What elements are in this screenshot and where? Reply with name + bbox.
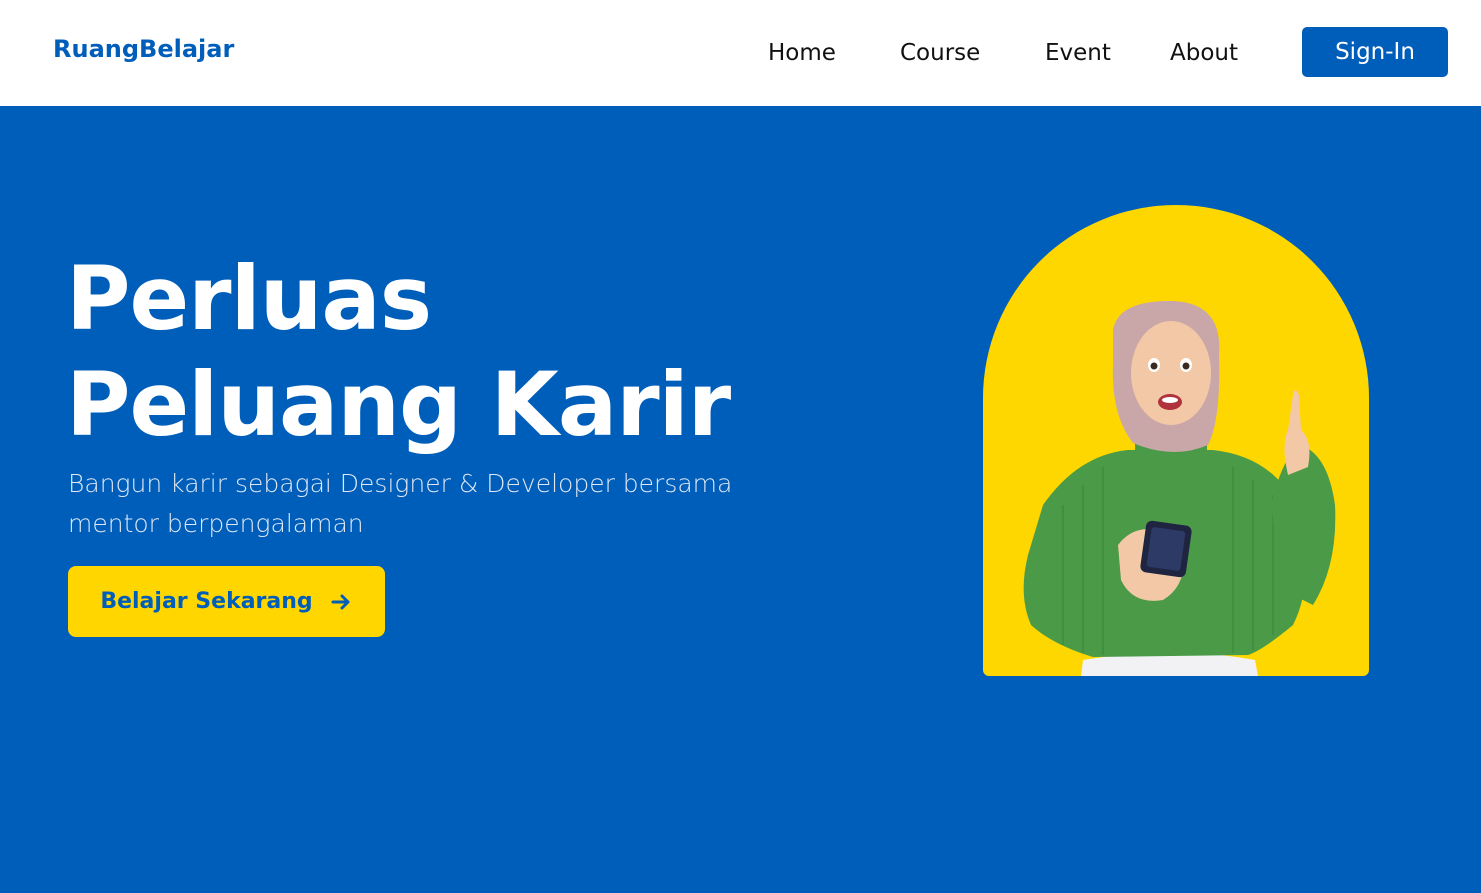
belajar-sekarang-button[interactable]: Belajar Sekarang <box>68 566 385 637</box>
woman-with-phone-illustration <box>1023 300 1336 676</box>
navbar: RuangBelajar Home Course Event About Sig… <box>0 0 1481 106</box>
sign-in-button[interactable]: Sign-In <box>1302 27 1448 77</box>
nav-link-about[interactable]: About <box>1170 40 1238 66</box>
brand-logo[interactable]: RuangBelajar <box>53 35 234 63</box>
hero-subtitle: Bangun karir sebagai Designer & Develope… <box>68 464 768 544</box>
hero-headline-line1: Perluas <box>66 247 432 350</box>
hero-subtitle-line1: Bangun karir sebagai Designer & Develope… <box>68 469 733 498</box>
nav-link-event[interactable]: Event <box>1045 40 1111 66</box>
nav-link-course[interactable]: Course <box>900 40 980 66</box>
hero-headline: Perluas Peluang Karir <box>66 246 731 458</box>
hero-subtitle-line2: mentor berpengalaman <box>68 509 364 538</box>
cta-label: Belajar Sekarang <box>100 589 313 614</box>
hero-section: Perluas Peluang Karir Bangun karir sebag… <box>0 106 1481 893</box>
hero-headline-line2: Peluang Karir <box>66 353 731 456</box>
arrow-right-icon <box>331 594 350 609</box>
nav-link-home[interactable]: Home <box>768 40 836 66</box>
hero-image-arch <box>983 205 1369 676</box>
